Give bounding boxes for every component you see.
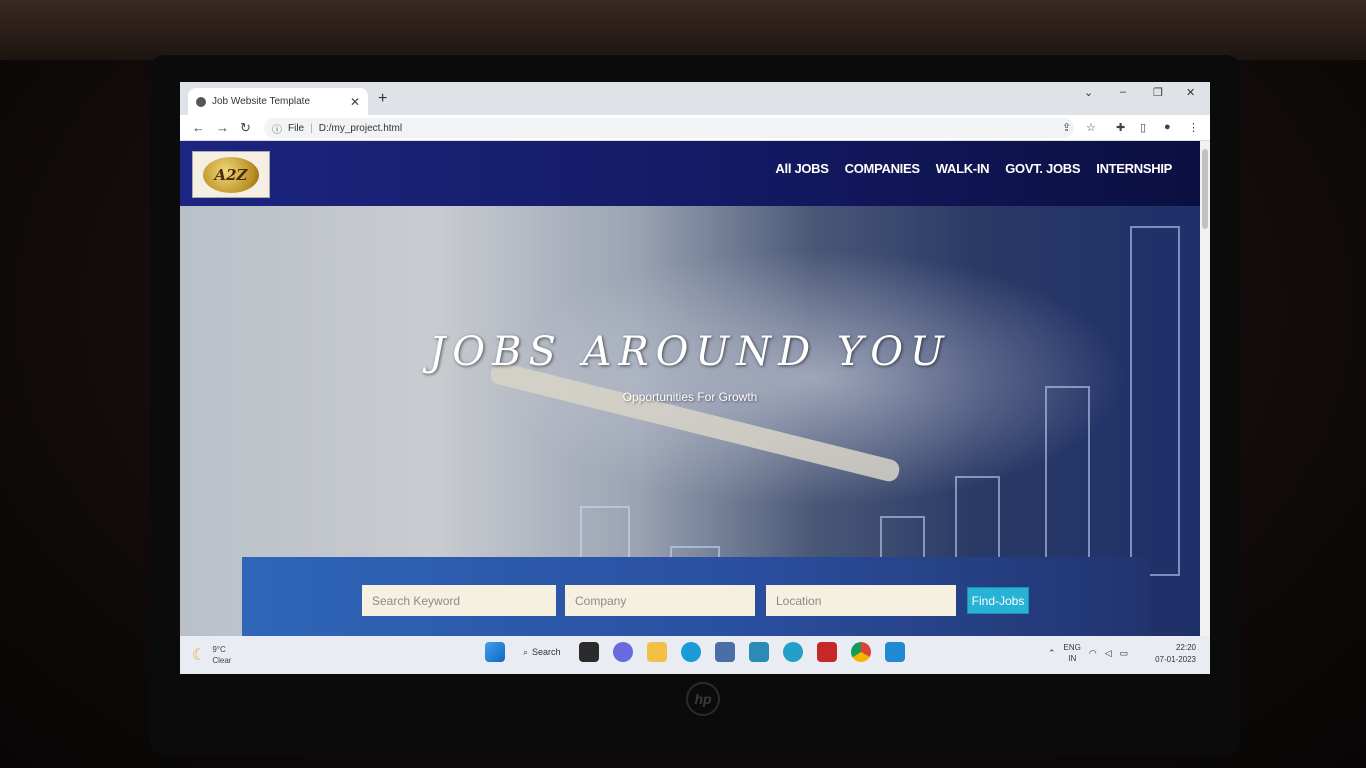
- web-page: A2Z All JOBS COMPANIES WALK-IN GOVT. JOB…: [180, 141, 1200, 636]
- taskbar-apps: ⌕ Search: [485, 642, 905, 662]
- minimize-icon[interactable]: –: [1120, 86, 1126, 98]
- chrome-icon[interactable]: [850, 642, 871, 662]
- profile-icon[interactable]: ●: [1164, 121, 1171, 133]
- hp-logo: hp: [686, 682, 720, 716]
- new-tab-icon[interactable]: +: [378, 90, 387, 108]
- extensions-icon[interactable]: ✚: [1116, 121, 1125, 134]
- vscode-icon[interactable]: [884, 642, 905, 662]
- wifi-icon[interactable]: ◠: [1089, 648, 1097, 659]
- battery-icon[interactable]: ▭: [1120, 648, 1129, 659]
- task-view-icon[interactable]: [578, 642, 599, 662]
- main-nav: All JOBS COMPANIES WALK-IN GOVT. JOBS IN…: [775, 161, 1172, 176]
- help-icon[interactable]: [782, 642, 803, 662]
- mcafee-icon[interactable]: [816, 642, 837, 662]
- weather-widget[interactable]: ☾ 9°C Clear: [192, 644, 231, 666]
- tab-search-icon[interactable]: ⌄: [1084, 86, 1093, 99]
- app-icon[interactable]: [748, 642, 769, 662]
- taskbar-search[interactable]: ⌕ Search: [519, 642, 565, 662]
- nav-internship[interactable]: INTERNSHIP: [1096, 161, 1172, 176]
- find-jobs-button[interactable]: Find-Jobs: [967, 587, 1029, 614]
- nav-walk-in[interactable]: WALK-IN: [936, 161, 990, 176]
- file-explorer-icon[interactable]: [646, 642, 667, 662]
- browser-toolbar: ← → ↻ ⓘ File | D:/my_project.html ⇪ ☆ ✚ …: [180, 115, 1210, 141]
- language-indicator[interactable]: ENG IN: [1064, 642, 1081, 664]
- site-logo[interactable]: A2Z: [192, 151, 270, 198]
- search-icon: ⌕: [523, 646, 529, 657]
- favicon-icon: [196, 96, 206, 107]
- bookmark-star-icon[interactable]: ☆: [1086, 121, 1096, 134]
- background-room: [0, 0, 1366, 60]
- edge-icon[interactable]: [680, 642, 701, 662]
- logo-emblem: A2Z: [203, 156, 259, 193]
- forward-icon[interactable]: →: [216, 120, 229, 135]
- clock-date: 07-01-2023: [1155, 655, 1196, 664]
- tab-close-icon[interactable]: ✕: [350, 95, 360, 109]
- clock-time: 22:20: [1175, 643, 1196, 652]
- hero-subtitle: Opportunities For Growth: [622, 390, 758, 404]
- close-window-icon[interactable]: ✕: [1186, 86, 1195, 99]
- laptop-screen: Job Website Template ✕ + ⌄ – ❐ ✕ ← → ↻ ⓘ…: [180, 82, 1210, 674]
- hero-tablet-graphic: [488, 360, 902, 484]
- address-bar[interactable]: ⓘ File | D:/my_project.html: [264, 118, 1074, 138]
- taskbar-search-label: Search: [532, 647, 561, 657]
- side-panel-icon[interactable]: ▯: [1140, 121, 1146, 134]
- share-icon[interactable]: ⇪: [1062, 121, 1071, 134]
- tray-chevron-icon[interactable]: ⌃: [1048, 648, 1056, 659]
- browser-tab[interactable]: Job Website Template ✕: [188, 88, 368, 115]
- nav-companies[interactable]: COMPANIES: [845, 161, 920, 176]
- keyword-input[interactable]: [362, 585, 556, 616]
- site-info-icon[interactable]: ⓘ: [272, 121, 282, 136]
- weather-desc: Clear: [212, 656, 232, 665]
- moon-icon: ☾: [192, 647, 207, 664]
- site-header: A2Z All JOBS COMPANIES WALK-IN GOVT. JOB…: [180, 141, 1200, 206]
- address-path: D:/my_project.html: [318, 122, 403, 134]
- clock[interactable]: 22:20 07-01-2023: [1155, 642, 1196, 666]
- reload-icon[interactable]: ↻: [240, 120, 251, 136]
- scrollbar-thumb[interactable]: [1202, 149, 1208, 229]
- browser-tab-bar: Job Website Template ✕ + ⌄ – ❐ ✕: [180, 82, 1210, 115]
- restore-icon[interactable]: ❐: [1153, 86, 1163, 99]
- menu-icon[interactable]: ⋮: [1188, 121, 1199, 134]
- start-icon[interactable]: [485, 642, 505, 662]
- nav-govt-jobs[interactable]: GOVT. JOBS: [1005, 161, 1080, 176]
- store-icon[interactable]: [714, 642, 735, 662]
- volume-icon[interactable]: ◁: [1105, 648, 1112, 659]
- tab-title: Job Website Template: [212, 96, 311, 107]
- weather-temp: 9°C: [212, 645, 226, 654]
- back-icon[interactable]: ←: [192, 120, 205, 135]
- address-scheme: File: [288, 122, 305, 134]
- windows-taskbar: ☾ 9°C Clear ⌕ Search ⌃ ENG IN ◠ ◁ ▭ 22:2…: [180, 636, 1210, 674]
- system-tray: ⌃ ENG IN ◠ ◁ ▭: [1048, 642, 1128, 664]
- hero-title: JOBS AROUND YOU: [429, 329, 951, 375]
- nav-all-jobs[interactable]: All JOBS: [775, 161, 829, 176]
- page-scrollbar[interactable]: [1200, 141, 1210, 636]
- chat-icon[interactable]: [612, 642, 633, 662]
- job-search-panel: Find-Jobs: [242, 557, 1150, 636]
- location-input[interactable]: [766, 585, 956, 616]
- company-input[interactable]: [565, 585, 755, 616]
